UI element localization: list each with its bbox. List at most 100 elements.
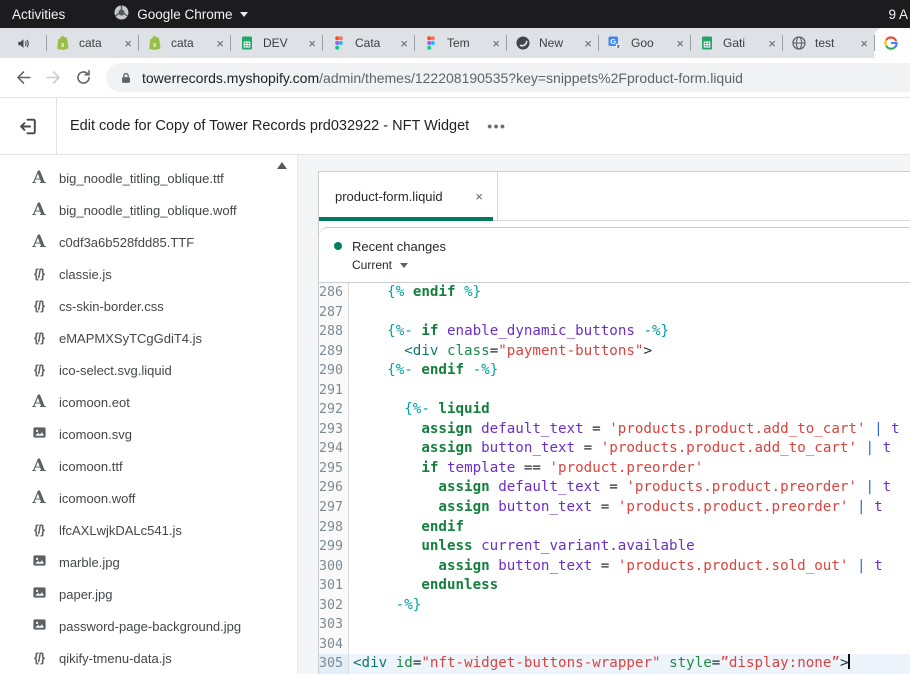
code-line: 292 {%- liquid	[319, 400, 910, 420]
code-text[interactable]	[349, 381, 910, 401]
file-item[interactable]: {/}ico-select.svg.liquid	[0, 354, 297, 386]
line-number: 303	[319, 615, 349, 635]
file-list: Abig_noodle_titling_oblique.ttfAbig_nood…	[0, 162, 297, 674]
file-item[interactable]: Aicomoon.woff	[0, 482, 297, 514]
version-dropdown[interactable]: Current	[352, 256, 910, 274]
chevron-down-icon	[240, 12, 248, 17]
image-file-icon	[30, 425, 48, 443]
code-text[interactable]: {% endif %}	[349, 283, 910, 303]
scroll-up-icon[interactable]	[277, 162, 287, 169]
shopify-icon: s	[147, 35, 163, 51]
browser-tab[interactable]: test×	[782, 28, 874, 58]
activities-button[interactable]: Activities	[12, 7, 65, 22]
code-text[interactable]: {%- if enable_dynamic_buttons -%}	[349, 322, 910, 342]
file-item[interactable]: Aicomoon.ttf	[0, 450, 297, 482]
file-item[interactable]: {/}eMAPMXSyTCgGdiT4.js	[0, 322, 297, 354]
code-text[interactable]: assign default_text = 'products.product.…	[349, 420, 910, 440]
code-text[interactable]: if template == 'product.preorder'	[349, 459, 910, 479]
browser-tab[interactable]: New×	[506, 28, 598, 58]
code-text[interactable]: <div id="nft-widget-buttons-wrapper" sty…	[349, 654, 910, 674]
tab-audio-indicator[interactable]	[0, 28, 46, 58]
code-line: 296 assign default_text = 'products.prod…	[319, 478, 910, 498]
code-editor[interactable]: 286 {% endif %}287288 {%- if enable_dyna…	[319, 283, 910, 674]
more-actions-button[interactable]: •••	[487, 118, 506, 134]
reload-button[interactable]	[68, 63, 98, 93]
file-item[interactable]: Aicomoon.eot	[0, 386, 297, 418]
page-title: Edit code for Copy of Tower Records prd0…	[70, 118, 469, 134]
file-item[interactable]: {/}qikify-tmenu-data.js	[0, 642, 297, 674]
system-clock[interactable]: 9 A	[888, 7, 908, 22]
browser-tab-strip: scata×scata×DEV×Cata×Tem×New×GGoo×Gati×t…	[0, 28, 910, 58]
svg-text:G: G	[610, 37, 616, 46]
lock-icon[interactable]	[119, 71, 133, 85]
tab-close-icon[interactable]: ×	[860, 37, 868, 50]
address-bar[interactable]: towerrecords.myshopify.com/admin/themes/…	[106, 63, 910, 92]
file-item[interactable]: icomoon.svg	[0, 418, 297, 450]
code-line: 290 {%- endif -%}	[319, 361, 910, 381]
code-text[interactable]: endunless	[349, 576, 910, 596]
file-item[interactable]: paper.jpg	[0, 578, 297, 610]
forward-button[interactable]	[38, 63, 68, 93]
text-cursor	[848, 654, 850, 669]
code-line: 293 assign default_text = 'products.prod…	[319, 420, 910, 440]
code-text[interactable]: assign button_text = 'products.product.a…	[349, 439, 910, 459]
url-host: towerrecords.myshopify.com	[142, 70, 319, 86]
google-icon	[883, 35, 899, 51]
tab-close-icon[interactable]: ×	[676, 37, 684, 50]
browser-tab[interactable]: Cata×	[322, 28, 414, 58]
code-text[interactable]: -%}	[349, 596, 910, 616]
file-name: paper.jpg	[59, 587, 113, 602]
line-number: 295	[319, 459, 349, 479]
browser-tab[interactable]: scata×	[138, 28, 230, 58]
tab-close-icon[interactable]: ×	[584, 37, 592, 50]
code-text[interactable]: {%- endif -%}	[349, 361, 910, 381]
close-icon[interactable]: ×	[475, 189, 483, 204]
file-item[interactable]: Ac0df3a6b528fdd85.TTF	[0, 226, 297, 258]
file-item[interactable]: password-page-background.jpg	[0, 610, 297, 642]
file-item[interactable]: {/}classie.js	[0, 258, 297, 290]
browser-tab-active-partial[interactable]	[874, 28, 910, 58]
file-name: big_noodle_titling_oblique.woff	[59, 203, 237, 218]
file-item[interactable]: {/}lfcAXLwjkDALc541.js	[0, 514, 297, 546]
code-text[interactable]: unless current_variant.available	[349, 537, 910, 557]
browser-tab[interactable]: Gati×	[690, 28, 782, 58]
browser-tab-label: New	[539, 36, 581, 50]
line-number: 299	[319, 537, 349, 557]
code-text[interactable]: endif	[349, 518, 910, 538]
file-item[interactable]: Abig_noodle_titling_oblique.woff	[0, 194, 297, 226]
code-text[interactable]	[349, 615, 910, 635]
chrome-mono-icon	[113, 4, 130, 24]
code-text[interactable]: assign default_text = 'products.product.…	[349, 478, 910, 498]
browser-tab[interactable]: DEV×	[230, 28, 322, 58]
version-label: Current	[352, 258, 392, 272]
browser-tab-label: DEV	[263, 36, 305, 50]
file-item[interactable]: marble.jpg	[0, 546, 297, 578]
editor-tab-product-form[interactable]: product-form.liquid ×	[319, 172, 498, 220]
file-name: ico-select.svg.liquid	[59, 363, 172, 378]
code-text[interactable]: assign button_text = 'products.product.p…	[349, 498, 910, 518]
tab-close-icon[interactable]: ×	[400, 37, 408, 50]
code-text[interactable]	[349, 303, 910, 323]
browser-tab[interactable]: Tem×	[414, 28, 506, 58]
code-text[interactable]: {%- liquid	[349, 400, 910, 420]
tab-close-icon[interactable]: ×	[124, 37, 132, 50]
code-text[interactable]: <div class="payment-buttons">	[349, 342, 910, 362]
back-button[interactable]	[8, 63, 38, 93]
tab-close-icon[interactable]: ×	[768, 37, 776, 50]
file-item[interactable]: Abig_noodle_titling_oblique.ttf	[0, 162, 297, 194]
code-line: 303	[319, 615, 910, 635]
browser-tab-label: cata	[171, 36, 213, 50]
screen: Activities Google Chrome 9 A scata×scata…	[0, 0, 910, 674]
file-name: eMAPMXSyTCgGdiT4.js	[59, 331, 202, 346]
exit-code-editor-button[interactable]	[0, 98, 57, 154]
browser-tab[interactable]: GGoo×	[598, 28, 690, 58]
line-number: 297	[319, 498, 349, 518]
tab-close-icon[interactable]: ×	[492, 37, 500, 50]
file-item[interactable]: {/}cs-skin-border.css	[0, 290, 297, 322]
tab-close-icon[interactable]: ×	[216, 37, 224, 50]
app-menu-button[interactable]: Google Chrome	[113, 4, 247, 24]
code-text[interactable]: assign button_text = 'products.product.s…	[349, 557, 910, 577]
code-text[interactable]	[349, 635, 910, 655]
browser-tab[interactable]: scata×	[46, 28, 138, 58]
tab-close-icon[interactable]: ×	[308, 37, 316, 50]
